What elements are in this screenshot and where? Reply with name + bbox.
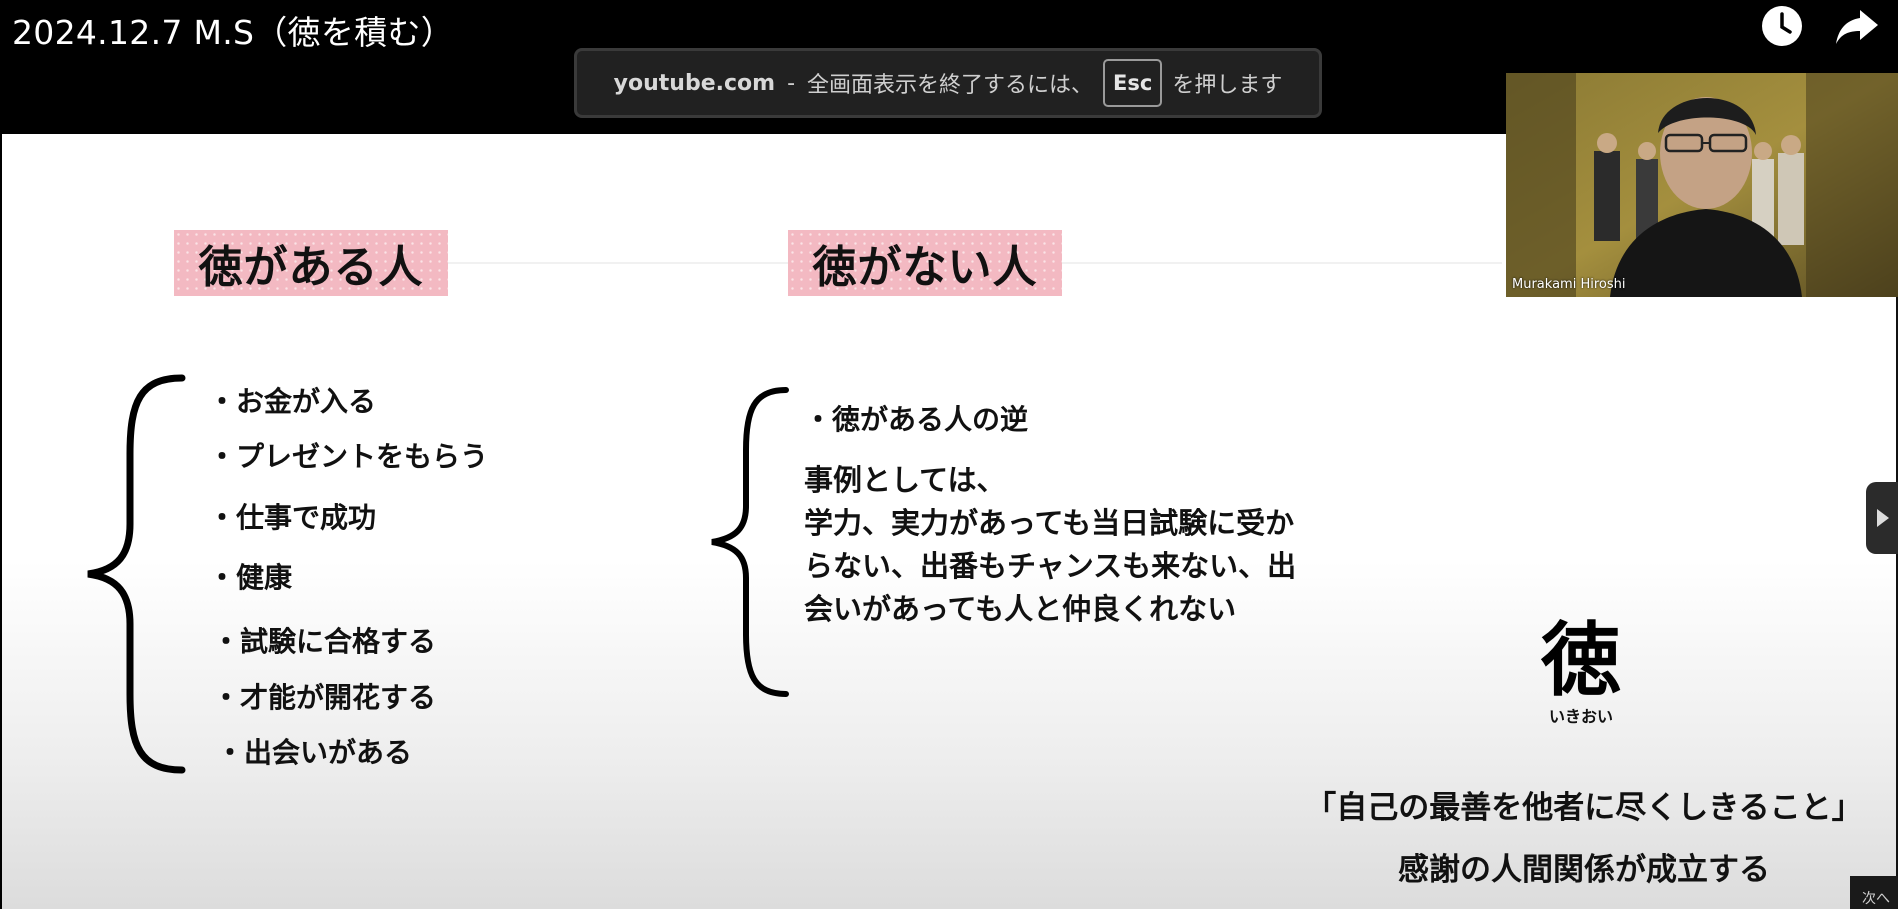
list-item: ・健康 [208,561,293,594]
case-description: 事例としては、 学力、実力があっても当日試験に受からない、出番もチャンスも来ない… [804,459,1304,631]
divider-line [448,262,788,264]
list-item: ・仕事で成功 [208,501,377,534]
watch-later-button[interactable] [1760,4,1804,48]
virtue-definition-quote: 「自己の最善を他者に尽くしきること」 [1305,790,1863,826]
toast-message-before: 全画面表示を終了するには、 [807,73,1094,98]
divider-line [1062,262,1502,264]
list-item: ・徳がある人の逆 [804,403,1029,436]
case-body: 学力、実力があっても当日試験に受からない、出番もチャンスも来ない、出会いがあって… [804,506,1297,626]
next-video-tab[interactable]: 次へ [1850,876,1898,909]
video-title[interactable]: 2024.12.7 M.S（徳を積む） [12,6,454,54]
kanji-reading: いきおい [1548,707,1613,726]
left-brace [87,374,186,774]
case-intro: 事例としては、 [804,463,1006,497]
share-arrow-icon [1836,10,1878,44]
toast-separator: - [787,70,796,96]
play-triangle-icon [1877,509,1889,527]
heading-has-virtue: 徳がある人 [174,230,448,296]
heading-no-virtue: 徳がない人 [788,230,1062,296]
side-panel-toggle[interactable] [1866,482,1898,554]
list-item: ・お金が入る [208,385,377,418]
list-item: ・才能が開花する [212,681,437,714]
gratitude-statement: 感謝の人間関係が成立する [1398,852,1770,888]
list-item: ・出会いがある [216,736,413,769]
virtue-kanji: 徳 [1541,614,1621,707]
fullscreen-exit-toast: youtube.com - 全画面表示を終了するには、 Esc を押します [574,48,1322,118]
list-item: ・試験に合格する [212,625,437,658]
webcam-overlay: Murakami Hiroshi [1506,73,1898,297]
webcam-video-frame [1506,73,1898,297]
esc-key-badge: Esc [1103,59,1163,107]
right-brace [711,387,789,697]
list-item: ・プレゼントをもらう [208,440,489,473]
toast-message-after: を押します [1172,73,1283,98]
participant-name: Murakami Hiroshi [1512,277,1626,292]
clock-icon [1762,6,1802,46]
share-button[interactable] [1834,4,1880,48]
toast-domain: youtube.com [613,70,776,96]
